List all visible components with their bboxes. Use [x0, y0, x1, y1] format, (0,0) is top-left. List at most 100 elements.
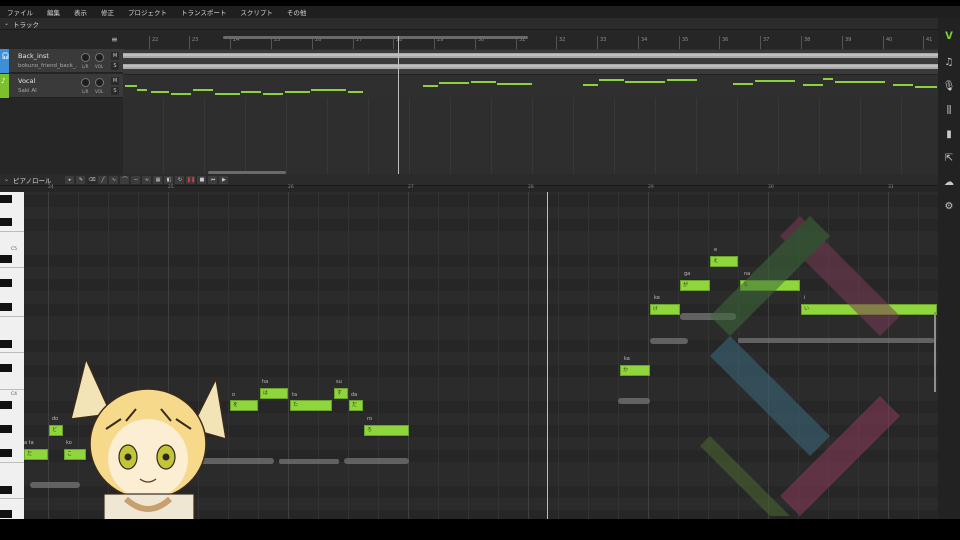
mini-note [348, 91, 363, 93]
mini-note [915, 86, 937, 88]
menu-script[interactable]: スクリプト [233, 7, 280, 17]
track-source: Saki AI [18, 88, 37, 94]
grid-icon[interactable]: ▦ [153, 175, 163, 184]
pianoroll-playhead[interactable] [547, 192, 548, 519]
bar-number: 22 [149, 36, 158, 49]
track-menu-icon[interactable]: ≡ [111, 36, 118, 44]
note[interactable]: け [650, 304, 680, 315]
rewind-icon[interactable]: ⏮ [208, 175, 218, 184]
pointer-tool-icon[interactable]: ▸ [65, 175, 75, 184]
back-inst-waveform[interactable] [123, 50, 938, 74]
black-key[interactable] [0, 486, 12, 494]
note[interactable]: た [290, 400, 332, 411]
mini-note [471, 81, 496, 83]
bar-number: 37 [760, 36, 769, 49]
black-key[interactable] [0, 303, 12, 311]
play-icon[interactable]: ▶ [219, 175, 229, 184]
right-sidebar: ᐯ ♫ 🎙︎ ⫼ ▮ ⇱ ☁ ⚙ [938, 18, 960, 519]
library-icon[interactable]: ⫼ [941, 102, 957, 118]
volume-knob[interactable] [95, 53, 104, 62]
black-key[interactable] [0, 340, 12, 348]
flat-curve-icon[interactable]: ⌒ [120, 175, 130, 184]
note[interactable]: ろ [364, 425, 409, 436]
note[interactable]: ど [49, 425, 63, 436]
vocal-region[interactable] [123, 74, 938, 98]
note[interactable]: か [620, 365, 650, 376]
collapse-chevron-icon[interactable]: ⌄ [4, 176, 9, 183]
snap-icon[interactable]: ◧ [164, 175, 174, 184]
menu-other[interactable]: その他 [280, 7, 314, 17]
black-key[interactable] [0, 449, 12, 457]
arrangement-loop-range[interactable] [223, 36, 528, 39]
black-key[interactable] [0, 364, 12, 372]
menu-modify[interactable]: 修正 [94, 7, 121, 17]
mute-button[interactable]: M [111, 52, 119, 60]
track-section-header[interactable]: ⌄ トラック [0, 18, 938, 30]
black-key[interactable] [0, 279, 12, 287]
note-phoneme: ke [654, 295, 660, 301]
book-icon[interactable]: ▮ [941, 126, 957, 142]
mini-note [733, 83, 753, 85]
mini-note [193, 89, 213, 91]
solo-button[interactable]: S [111, 87, 119, 95]
solo-button[interactable]: S [111, 62, 119, 70]
note[interactable]: を [230, 400, 258, 411]
bar-number: 30 [768, 185, 774, 190]
line-tool-icon[interactable]: ╱ [98, 175, 108, 184]
collapse-chevron-icon[interactable]: ⌄ [4, 20, 9, 27]
black-key[interactable] [0, 195, 12, 203]
track-source: bokuno_friend_back_... [18, 63, 78, 69]
curve-tool-icon[interactable]: ∿ [109, 175, 119, 184]
track-name[interactable]: Back_inst [18, 52, 49, 60]
record-icon[interactable]: ❚❚ [186, 175, 196, 184]
note-phoneme: ka [624, 356, 630, 362]
bar-number: 28 [528, 185, 534, 190]
piano-keyboard[interactable]: C5 C4 [0, 192, 24, 519]
bar-number: 24 [48, 185, 54, 190]
bar-number: 31 [888, 185, 894, 190]
black-key[interactable] [0, 425, 12, 433]
watermark-logo [700, 216, 900, 516]
stop-icon[interactable]: ■ [197, 175, 207, 184]
note[interactable]: だ [24, 449, 48, 460]
black-key[interactable] [0, 401, 12, 409]
export-icon[interactable]: ⇱ [941, 150, 957, 166]
black-key[interactable] [0, 255, 12, 263]
menu-view[interactable]: 表示 [67, 7, 94, 17]
microphone-icon[interactable]: 🎙︎ [941, 78, 957, 94]
pencil-tool-icon[interactable]: ✎ [76, 175, 86, 184]
black-key[interactable] [0, 218, 12, 226]
mini-note [667, 79, 697, 81]
vibrato-icon[interactable]: ∼ [131, 175, 141, 184]
black-key[interactable] [0, 510, 12, 518]
headphone-icon: 🎧︎ [1, 52, 10, 60]
wave-icon[interactable]: ≈ [142, 175, 152, 184]
track-back-inst[interactable]: 🎧︎ Back_inst bokuno_friend_back_... L/R … [0, 49, 123, 73]
track-vocal[interactable]: ♪ Vocal Saki AI L/R VOL M S [0, 74, 123, 98]
mini-note [439, 82, 469, 84]
eraser-tool-icon[interactable]: ⌫ [87, 175, 97, 184]
menu-file[interactable]: ファイル [0, 7, 40, 17]
key-divider [0, 267, 24, 268]
mini-note [803, 84, 823, 86]
volume-label: VOL [95, 89, 104, 94]
arrangement-playhead[interactable] [398, 36, 399, 174]
volume-knob[interactable] [95, 78, 104, 87]
note[interactable]: だ [349, 400, 363, 411]
mute-button[interactable]: M [111, 77, 119, 85]
cloud-icon[interactable]: ☁ [941, 174, 957, 190]
loop-icon[interactable]: ↻ [175, 175, 185, 184]
track-list-header: ≡ [0, 30, 123, 49]
note[interactable]: は [260, 388, 288, 399]
mini-note [823, 78, 833, 80]
menu-project[interactable]: プロジェクト [121, 7, 174, 17]
menu-transport[interactable]: トランスポート [174, 7, 233, 17]
gear-icon[interactable]: ⚙ [941, 198, 957, 214]
arrangement-view[interactable]: 22 23 24 25 26 27 28 29 30 31 32 33 34 3… [123, 36, 938, 174]
pan-knob[interactable] [81, 53, 90, 62]
track-name[interactable]: Vocal [18, 77, 35, 85]
music-note-icon[interactable]: ♫ [941, 54, 957, 70]
menu-edit[interactable]: 編集 [40, 7, 67, 17]
pan-knob[interactable] [81, 78, 90, 87]
note[interactable]: す [334, 388, 348, 399]
